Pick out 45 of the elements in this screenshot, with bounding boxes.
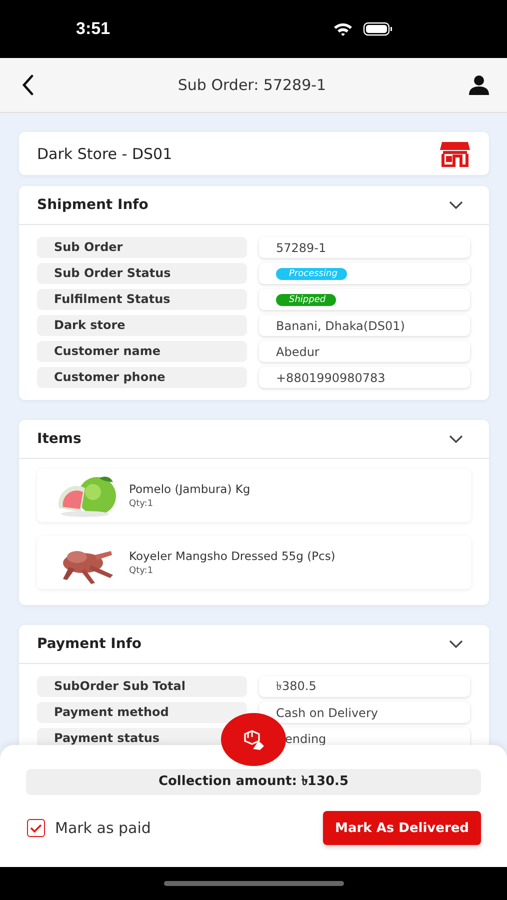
chevron-down-icon[interactable]	[449, 201, 463, 209]
item-name: Koyeler Mangsho Dressed 55g (Pcs)	[129, 549, 336, 563]
page-title: Sub Order: 57289-1	[178, 76, 326, 94]
clock-time: 3:51	[76, 19, 110, 39]
chevron-down-icon[interactable]	[449, 640, 463, 648]
field-label: Sub Order Status	[37, 263, 247, 284]
field-value: 57289-1	[276, 240, 326, 254]
field-label: Customer phone	[37, 367, 247, 388]
package-hand-icon	[242, 728, 264, 750]
item-card[interactable]: Pomelo (Jambura) Kg Qty:1	[37, 469, 471, 522]
wifi-icon	[333, 22, 353, 36]
field-label: Dark store	[37, 315, 247, 336]
field-value: +8801990980783	[276, 370, 386, 384]
section-title: Items	[37, 431, 82, 447]
checkbox[interactable]	[27, 819, 45, 837]
item-quantity: Qty:1	[129, 499, 154, 509]
item-card[interactable]: Koyeler Mangsho Dressed 55g (Pcs) Qty:1	[37, 536, 471, 589]
section-title: Shipment Info	[37, 197, 148, 213]
status-badge: Shipped	[276, 294, 336, 306]
field-value: Abedur	[276, 344, 320, 358]
item-name: Pomelo (Jambura) Kg	[129, 482, 250, 496]
section-title: Payment Info	[37, 636, 142, 652]
field-value: ৳380.5	[276, 678, 316, 694]
store-icon	[440, 140, 470, 166]
user-icon[interactable]	[469, 75, 489, 95]
section-header[interactable]: Shipment Info	[19, 186, 489, 225]
item-quantity: Qty:1	[129, 566, 154, 576]
field-label: SubOrder Sub Total	[37, 676, 247, 697]
field-value: Banani, Dhaka(DS01)	[276, 318, 405, 332]
field-label: Fulfilment Status	[37, 289, 247, 310]
checkbox-label: Mark as paid	[55, 819, 151, 837]
check-icon	[30, 824, 42, 832]
field-label: Customer name	[37, 341, 247, 362]
store-name: Dark Store - DS01	[37, 144, 172, 162]
battery-icon	[363, 22, 393, 36]
section-header[interactable]: Payment Info	[19, 625, 489, 664]
collection-amount: Collection amount: ৳130.5	[26, 769, 481, 795]
back-icon[interactable]	[21, 74, 35, 96]
chevron-down-icon[interactable]	[449, 435, 463, 443]
status-badge: Processing	[276, 268, 348, 280]
field-value: Cash on Delivery	[276, 706, 378, 720]
mark-delivered-button[interactable]: Mark As Delivered	[323, 811, 481, 845]
field-label: Payment method	[37, 702, 247, 723]
section-header[interactable]: Items	[19, 420, 489, 459]
field-label: Sub Order	[37, 237, 247, 258]
